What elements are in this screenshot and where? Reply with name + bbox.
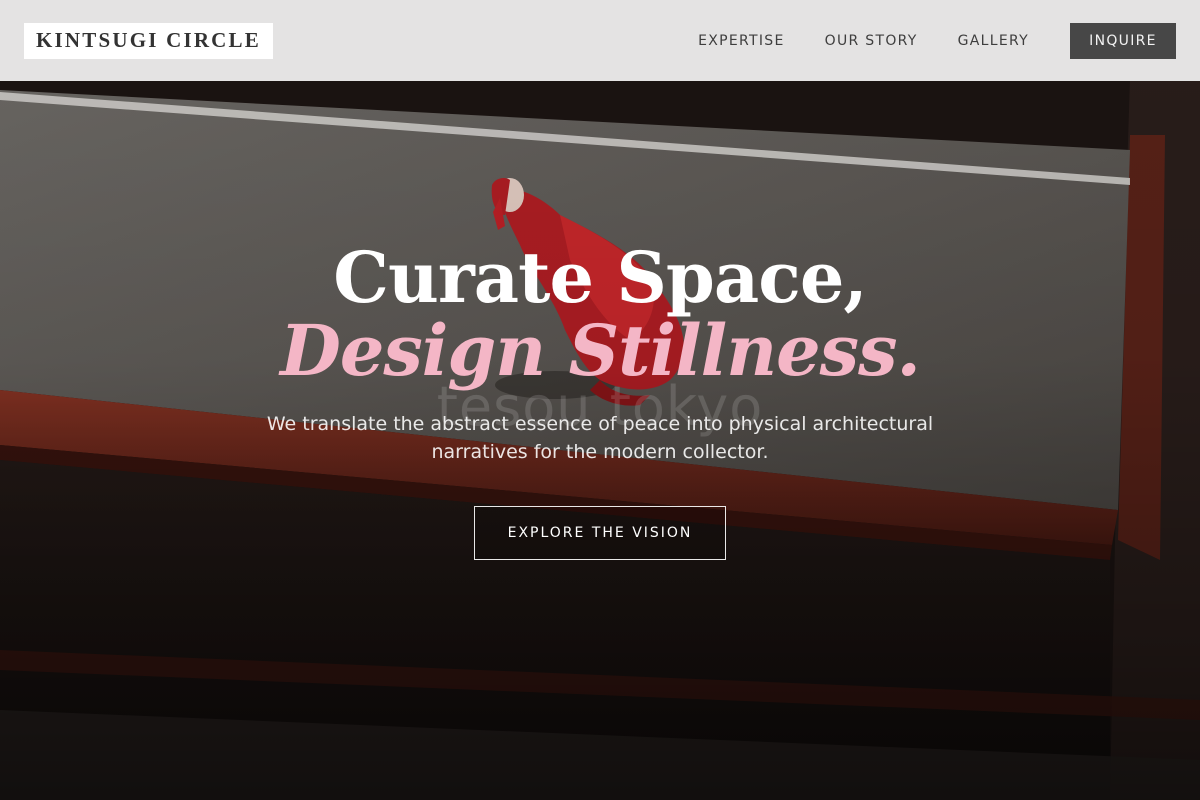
site-header: KINTSUGI CIRCLE EXPERTISE OUR STORY GALL… [0, 0, 1200, 81]
inquire-button[interactable]: INQUIRE [1070, 22, 1176, 59]
nav-link-expertise[interactable]: EXPERTISE [698, 33, 785, 49]
hero-subtext: We translate the abstract essence of pea… [266, 413, 934, 463]
brand-logo[interactable]: KINTSUGI CIRCLE [24, 22, 273, 59]
nav-link-gallery[interactable]: GALLERY [958, 33, 1029, 49]
brand-logo-text: KINTSUGI CIRCLE [36, 28, 261, 52]
hero-section: tesou tokyo Curate Space, Design Stillne… [0, 240, 1200, 560]
main-nav: EXPERTISE OUR STORY GALLERY INQUIRE [698, 22, 1176, 59]
explore-vision-button[interactable]: EXPLORE THE VISION [474, 506, 726, 560]
hero-headline-line1: Curate Space, [333, 236, 867, 319]
nav-link-our-story[interactable]: OUR STORY [825, 33, 918, 49]
